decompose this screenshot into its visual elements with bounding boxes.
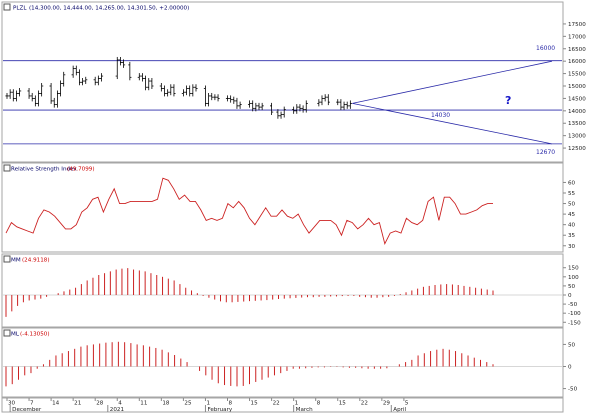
y-tick-label: 17500 <box>568 22 586 28</box>
y-tick-label: 0 <box>568 293 572 299</box>
upper-target-label: 16000 <box>536 45 555 52</box>
y-tick-label: 55 <box>568 191 576 197</box>
x-day-label: 22 <box>361 401 368 407</box>
support-label: 14030 <box>431 112 450 119</box>
y-tick-label: 0 <box>568 365 572 371</box>
y-tick-label: 16000 <box>568 59 586 65</box>
rsi-header-value: (49.7099) <box>67 167 95 173</box>
y-tick-label: 100 <box>568 275 579 281</box>
x-day-label: 8 <box>317 401 321 407</box>
y-tick-label: 15500 <box>568 72 586 78</box>
x-month-label: February <box>207 407 232 413</box>
x-day-label: 28 <box>96 401 104 407</box>
y-tick-label: 60 <box>568 180 576 186</box>
x-day-label: 4 <box>118 401 122 407</box>
x-month-label: December <box>12 407 42 413</box>
x-day-label: 5 <box>405 401 409 407</box>
y-tick-label: -50 <box>568 387 578 393</box>
rsi-panel-frame <box>1 162 564 253</box>
x-day-label: 14 <box>52 401 60 407</box>
ml-y-axis: 50 0 -50 <box>563 342 578 393</box>
x-month-label: 2021 <box>110 407 125 413</box>
mm-header-icon <box>3 255 11 263</box>
mm-y-axis: 150 100 50 0 -50 -100 -150 <box>563 266 581 326</box>
x-day-label: 7 <box>30 401 34 407</box>
x-day-label: 8 <box>229 401 233 407</box>
y-tick-label: -150 <box>568 320 581 326</box>
rsi-header-icon <box>3 164 11 172</box>
y-tick-label: 14000 <box>568 109 586 115</box>
chart-canvas: PLZL (14,300.00, 14,444.00, 14,265.00, 1… <box>1 1 586 413</box>
y-tick-label: 150 <box>568 266 579 272</box>
y-tick-label: 17000 <box>568 34 586 40</box>
x-day-label: 25 <box>184 401 192 407</box>
mm-panel: MM (24.9118) 150 100 50 0 -50 -100 -150 <box>1 253 581 328</box>
mm-header-value: (24.9118) <box>22 258 50 264</box>
y-tick-label: 13000 <box>568 134 586 140</box>
mm-header-name: MM <box>11 258 21 264</box>
y-tick-label: -100 <box>568 311 581 317</box>
rsi-y-axis: 60 55 50 45 40 35 30 <box>563 180 576 250</box>
lower-target-label: 12670 <box>536 149 555 156</box>
x-axis-strip <box>1 397 564 413</box>
ml-header-value: (-4.13050) <box>20 332 50 338</box>
y-tick-label: 45 <box>568 212 576 218</box>
price-header-icon <box>3 3 11 11</box>
x-day-label: 18 <box>162 401 170 407</box>
x-month-label: March <box>296 407 314 413</box>
x-axis: 30 7 14 21 28 4 11 18 25 1 8 15 22 1 8 15 22 29 5December 2… <box>1 397 564 413</box>
ml-panel: ML (-4.13050) 50 0 -50 <box>1 327 578 398</box>
y-tick-label: 15000 <box>568 84 586 90</box>
y-tick-label: -50 <box>568 302 578 308</box>
y-tick-label: 35 <box>568 233 576 239</box>
x-day-label: 30 <box>8 401 16 407</box>
rsi-panel: Relative Strength Index (49.7099) 605550… <box>1 162 576 253</box>
y-tick-label: 12500 <box>568 146 586 152</box>
price-y-axis: 17500 17000 16500 16000 15500 15000 14500 14000… <box>563 22 586 152</box>
ml-header-name: ML <box>11 332 20 338</box>
y-tick-label: 50 <box>568 202 576 208</box>
ml-header-icon <box>3 329 11 337</box>
y-tick-label: 13500 <box>568 121 586 127</box>
price-panel: PLZL (14,300.00, 14,444.00, 14,265.00, 1… <box>1 1 586 163</box>
ml-panel-frame <box>1 327 564 398</box>
x-month-label: April <box>393 407 406 413</box>
x-day-label: 15 <box>339 401 347 407</box>
y-tick-label: 30 <box>568 244 576 250</box>
y-tick-label: 50 <box>568 342 576 348</box>
y-tick-label: 16500 <box>568 47 586 53</box>
price-header-ohlc: (14,300.00, 14,444.00, 14,265.00, 14,301… <box>29 6 189 12</box>
x-day-label: 21 <box>74 401 82 407</box>
mm-panel-frame <box>1 253 564 328</box>
x-day-label: 15 <box>251 401 259 407</box>
x-day-label: 11 <box>140 401 148 407</box>
question-mark: ? <box>505 94 511 107</box>
y-tick-label: 40 <box>568 223 576 229</box>
y-tick-label: 50 <box>568 284 576 290</box>
x-day-label: 1 <box>295 401 299 407</box>
x-day-label: 1 <box>206 401 210 407</box>
price-header-symbol: PLZL <box>13 6 27 12</box>
y-tick-label: 14500 <box>568 96 586 102</box>
x-day-label: 29 <box>383 401 391 407</box>
x-day-label: 22 <box>273 401 280 407</box>
